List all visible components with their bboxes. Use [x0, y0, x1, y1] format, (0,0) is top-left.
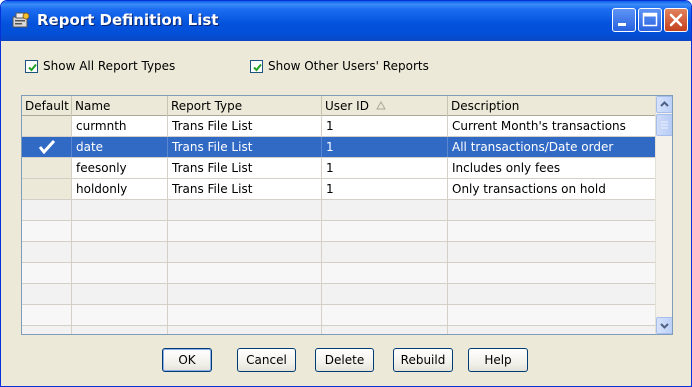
report-grid: Default Name Report Type User ID Descrip… [21, 95, 673, 335]
user-id-cell: 1 [322, 179, 448, 199]
column-header-description[interactable]: Description [448, 96, 656, 116]
app-icon [11, 11, 31, 29]
empty-row[interactable] [22, 326, 656, 334]
grid-header: Default Name Report Type User ID Descrip… [22, 96, 656, 116]
default-checkmark-icon [38, 139, 55, 155]
report-type-cell: Trans File List [168, 158, 322, 178]
help-button[interactable]: Help [468, 348, 528, 372]
name-cell: feesonly [72, 158, 168, 178]
empty-row[interactable] [22, 263, 656, 284]
empty-row[interactable] [22, 284, 656, 305]
minimize-button[interactable] [612, 8, 636, 32]
column-header-name[interactable]: Name [72, 96, 168, 116]
maximize-button[interactable] [638, 8, 662, 32]
report-type-cell: Trans File List [168, 137, 322, 157]
user-id-cell: 1 [322, 158, 448, 178]
sort-ascending-icon [375, 100, 386, 110]
window-title: Report Definition List [37, 11, 219, 29]
default-cell [22, 137, 72, 157]
column-header-report-type[interactable]: Report Type [168, 96, 322, 116]
grip-icon [661, 121, 668, 129]
show-other-users-reports-label: Show Other Users' Reports [268, 59, 429, 73]
report-type-cell: Trans File List [168, 179, 322, 199]
empty-row[interactable] [22, 221, 656, 242]
chevron-up-icon [660, 101, 669, 107]
report-type-cell: Trans File List [168, 116, 322, 136]
close-icon [669, 13, 683, 27]
table-row[interactable]: feesonly Trans File List 1 Includes only… [22, 158, 656, 179]
rebuild-button[interactable]: Rebuild [393, 348, 453, 372]
user-id-cell: 1 [322, 137, 448, 157]
description-cell: Current Month's transactions [452, 119, 626, 133]
user-id-cell: 1 [322, 116, 448, 136]
description-cell: Includes only fees [452, 161, 561, 175]
empty-row[interactable] [22, 242, 656, 263]
minimize-icon [618, 23, 626, 26]
checkmark-icon [253, 63, 262, 71]
table-row-selected[interactable]: date Trans File List 1 All transactions/… [22, 137, 656, 158]
name-cell: curmnth [72, 116, 168, 136]
title-bar[interactable]: Report Definition List [1, 1, 691, 41]
maximize-icon [642, 12, 658, 27]
table-row[interactable]: holdonly Trans File List 1 Only transact… [22, 179, 656, 200]
checkmark-icon [28, 63, 37, 71]
column-header-user-id[interactable]: User ID [322, 96, 448, 116]
default-cell [22, 179, 72, 199]
report-definition-window: Report Definition List Show All Report T… [0, 0, 692, 387]
description-cell: All transactions/Date order [452, 140, 614, 154]
default-cell [22, 116, 72, 136]
cancel-button[interactable]: Cancel [237, 348, 296, 372]
ok-button[interactable]: OK [162, 348, 212, 372]
column-header-user-id-label: User ID [325, 99, 369, 113]
close-button[interactable] [664, 8, 688, 32]
show-all-report-types-label: Show All Report Types [43, 59, 176, 73]
empty-row[interactable] [22, 305, 656, 326]
vertical-scrollbar[interactable] [655, 96, 672, 334]
scroll-up-button[interactable] [656, 96, 672, 113]
scroll-thumb[interactable] [656, 114, 672, 136]
show-other-users-reports-checkbox[interactable] [250, 59, 263, 73]
show-all-report-types-checkbox[interactable] [25, 59, 38, 73]
default-cell [22, 158, 72, 178]
empty-row[interactable] [22, 200, 656, 221]
chevron-down-icon [660, 323, 669, 329]
show-other-users-reports-toggle[interactable]: Show Other Users' Reports [250, 59, 429, 73]
table-row[interactable]: curmnth Trans File List 1 Current Month'… [22, 116, 656, 137]
column-header-default[interactable]: Default [22, 96, 72, 116]
scroll-down-button[interactable] [656, 317, 672, 334]
delete-button[interactable]: Delete [315, 348, 374, 372]
show-all-report-types-toggle[interactable]: Show All Report Types [25, 59, 175, 73]
description-cell: Only transactions on hold [452, 182, 606, 196]
name-cell: holdonly [72, 179, 168, 199]
name-cell: date [72, 137, 168, 157]
